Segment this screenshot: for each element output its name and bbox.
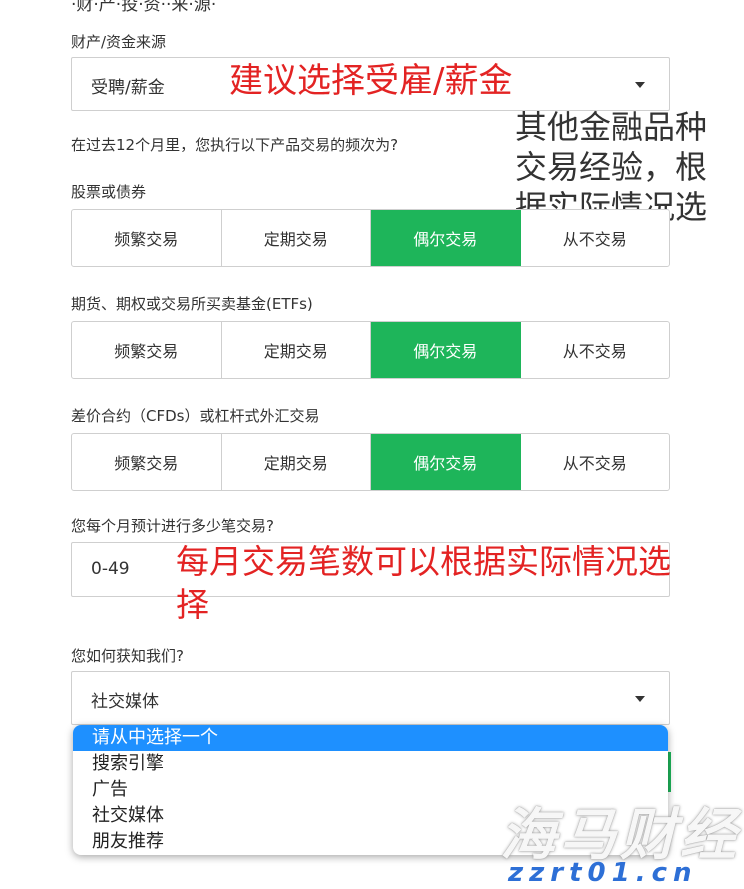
dropdown-option[interactable]: 请从中选择一个	[73, 725, 668, 751]
option-never[interactable]: 从不交易	[521, 322, 670, 378]
chevron-down-icon	[635, 696, 645, 702]
product-label-cfds: 差价合约（CFDs）或杠杆式外汇交易	[71, 407, 320, 425]
option-regular[interactable]: 定期交易	[222, 434, 371, 490]
referral-value: 社交媒体	[91, 692, 159, 712]
monthly-trades-label: 您每个月预计进行多少笔交易?	[71, 517, 274, 535]
segmented-futures: 频繁交易 定期交易 偶尔交易 从不交易	[71, 321, 670, 379]
segmented-cfds: 频繁交易 定期交易 偶尔交易 从不交易	[71, 433, 670, 491]
product-label-stocks: 股票或债券	[71, 183, 147, 201]
option-never[interactable]: 从不交易	[521, 210, 670, 266]
top-partial-text: ·财·产·投·资··来·源·	[71, 0, 217, 15]
option-regular[interactable]: 定期交易	[222, 322, 371, 378]
segmented-stocks: 频繁交易 定期交易 偶尔交易 从不交易	[71, 209, 670, 267]
fund-source-label: 财产/资金来源	[71, 33, 167, 51]
option-occasional[interactable]: 偶尔交易	[371, 322, 521, 378]
referral-select[interactable]: 社交媒体	[71, 671, 670, 725]
option-frequent[interactable]: 频繁交易	[72, 322, 222, 378]
option-occasional[interactable]: 偶尔交易	[371, 434, 521, 490]
chevron-down-icon	[635, 82, 645, 88]
option-never[interactable]: 从不交易	[521, 434, 670, 490]
frequency-question: 在过去12个月里，您执行以下产品交易的频次为?	[71, 136, 399, 154]
option-frequent[interactable]: 频繁交易	[72, 434, 222, 490]
option-occasional[interactable]: 偶尔交易	[371, 210, 521, 266]
referral-label: 您如何获知我们?	[71, 647, 184, 665]
option-regular[interactable]: 定期交易	[222, 210, 371, 266]
monthly-trades-annotation-2: 择	[176, 585, 209, 624]
fund-source-annotation: 建议选择受雇/薪金	[229, 61, 513, 101]
monthly-trades-annotation-1: 每月交易笔数可以根据实际情况选	[176, 542, 671, 581]
option-frequent[interactable]: 频繁交易	[72, 210, 222, 266]
dropdown-option[interactable]: 搜索引擎	[73, 751, 668, 777]
fund-source-value: 受聘/薪金	[91, 78, 165, 98]
product-label-futures: 期货、期权或交易所买卖基金(ETFs)	[71, 295, 313, 313]
watermark-url: zzrt01.cn	[508, 858, 698, 888]
monthly-trades-value: 0-49	[91, 559, 130, 579]
